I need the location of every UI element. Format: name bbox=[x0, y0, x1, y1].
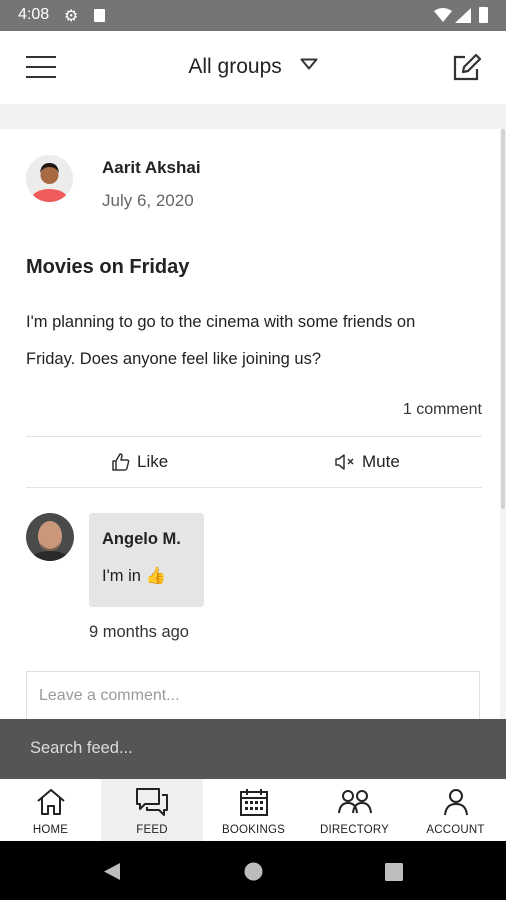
post-body-line: Friday. Does anyone feel like joining us… bbox=[26, 350, 322, 368]
nav-label-bookings: BOOKINGS bbox=[222, 824, 285, 836]
nav-item-account[interactable]: ACCOUNT bbox=[405, 779, 506, 841]
nav-item-home[interactable]: HOME bbox=[0, 779, 101, 841]
thumbs-up-icon bbox=[112, 453, 130, 471]
comment-text-value: I'm in bbox=[102, 567, 141, 585]
bottom-nav: HOME FEED BOOKINGS DIRECTORY ACCOUNT bbox=[0, 779, 506, 841]
comment-input-placeholder: Leave a comment... bbox=[39, 687, 180, 704]
mute-label: Mute bbox=[362, 452, 400, 471]
nav-label-account: ACCOUNT bbox=[426, 824, 485, 836]
dropdown-triangle-icon bbox=[300, 58, 318, 70]
comment-author-name[interactable]: Angelo M. bbox=[102, 530, 181, 549]
home-icon bbox=[36, 789, 65, 815]
people-icon bbox=[337, 790, 372, 814]
app-header: All groups bbox=[0, 31, 506, 104]
compose-post-icon[interactable] bbox=[448, 49, 484, 85]
comment-bubble: Angelo M. I'm in 👍 bbox=[89, 513, 204, 607]
post-date: July 6, 2020 bbox=[102, 191, 194, 210]
nav-label-feed: FEED bbox=[136, 824, 168, 836]
nav-item-directory[interactable]: DIRECTORY bbox=[304, 779, 405, 841]
status-bar: 4:08 ⚙ bbox=[0, 0, 506, 31]
post-author-name[interactable]: Aarit Akshai bbox=[102, 158, 201, 178]
nav-label-directory: DIRECTORY bbox=[319, 824, 390, 836]
person-icon bbox=[443, 789, 468, 816]
nav-item-bookings[interactable]: BOOKINGS bbox=[203, 779, 304, 841]
nav-label-home: HOME bbox=[32, 824, 69, 836]
nav-item-feed[interactable]: FEED bbox=[101, 779, 203, 841]
post-body: I'm planning to go to the cinema with so… bbox=[26, 304, 496, 378]
sd-card-icon bbox=[94, 9, 105, 22]
comment-time: 9 months ago bbox=[89, 623, 189, 641]
search-feed-input[interactable]: Search feed... bbox=[0, 719, 506, 779]
header-separator bbox=[0, 104, 506, 129]
back-icon[interactable] bbox=[103, 862, 121, 881]
feed-icon bbox=[136, 788, 168, 816]
comment-count[interactable]: 1 comment bbox=[403, 401, 482, 419]
battery-icon bbox=[479, 7, 488, 23]
settings-status-icon: ⚙ bbox=[64, 8, 79, 25]
post-title: Movies on Friday bbox=[26, 256, 190, 278]
system-nav-bar bbox=[0, 841, 506, 900]
post-body-line: I'm planning to go to the cinema with so… bbox=[26, 313, 416, 331]
status-time: 4:08 bbox=[18, 6, 50, 23]
search-feed-placeholder: Search feed... bbox=[30, 739, 133, 757]
group-selector[interactable]: All groups bbox=[0, 55, 506, 79]
recents-square-icon[interactable] bbox=[385, 863, 403, 881]
like-button[interactable]: Like bbox=[111, 452, 168, 472]
calendar-icon bbox=[239, 789, 268, 816]
mute-button[interactable]: Mute bbox=[334, 452, 400, 472]
mute-speaker-icon bbox=[335, 454, 354, 470]
signal-icon bbox=[455, 8, 471, 23]
comment-text: I'm in 👍 bbox=[102, 567, 166, 586]
home-circle-icon[interactable] bbox=[244, 862, 263, 881]
author-avatar[interactable] bbox=[26, 155, 73, 202]
header-title: All groups bbox=[188, 55, 282, 78]
like-label: Like bbox=[137, 452, 169, 471]
commenter-avatar[interactable] bbox=[26, 513, 74, 561]
thumbs-up-emoji-icon: 👍 bbox=[145, 567, 167, 585]
scrollbar-thumb[interactable] bbox=[501, 129, 505, 509]
wifi-icon bbox=[434, 8, 452, 22]
divider bbox=[26, 487, 482, 488]
divider bbox=[26, 436, 482, 437]
